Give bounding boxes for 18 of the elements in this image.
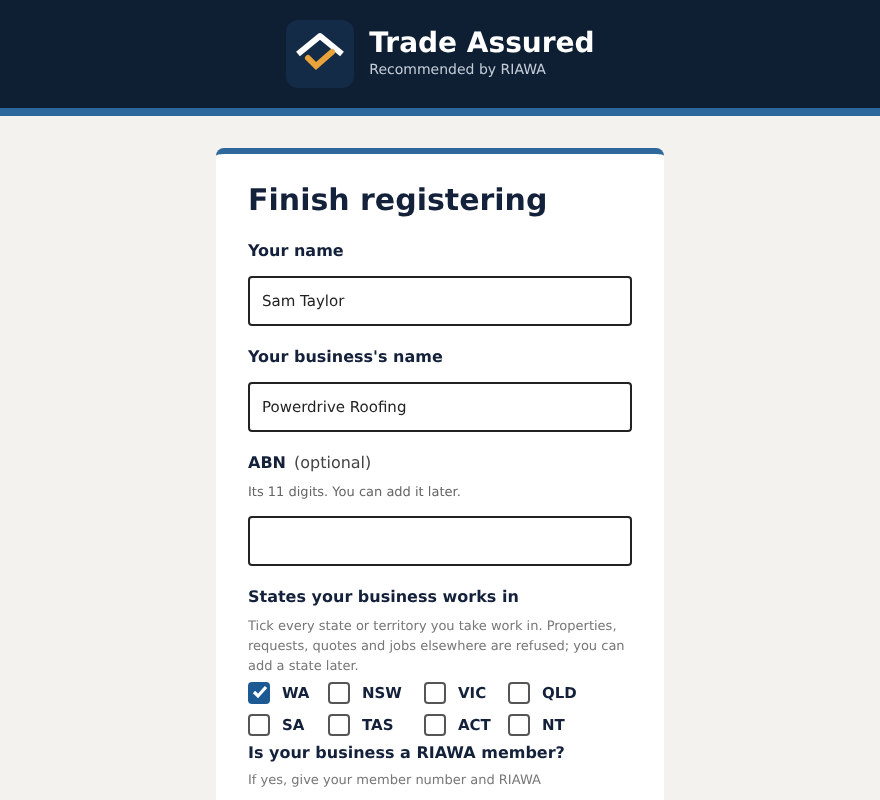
- field-label: Your name: [248, 239, 344, 264]
- checkbox[interactable]: [508, 713, 530, 736]
- field-label: Your business's name: [248, 345, 443, 370]
- section-label: States your business works in: [248, 585, 521, 609]
- checkbox[interactable]: [328, 681, 350, 704]
- checkbox[interactable]: [508, 681, 530, 704]
- checkbox[interactable]: [248, 713, 270, 736]
- form-title: Finish registering: [248, 182, 550, 220]
- optional-note: (optional): [293, 451, 372, 476]
- input-field[interactable]: [248, 515, 632, 565]
- house-check-logo-icon: [285, 20, 354, 88]
- field-label: ABN: [248, 451, 286, 476]
- checkbox[interactable]: [424, 681, 446, 704]
- checkbox[interactable]: [328, 713, 350, 736]
- section-label: Is your business a RIAWA member?: [248, 742, 567, 766]
- checkbox[interactable]: [248, 681, 270, 704]
- brand-name: Trade Assured: [369, 27, 595, 63]
- checkbox[interactable]: [424, 713, 446, 736]
